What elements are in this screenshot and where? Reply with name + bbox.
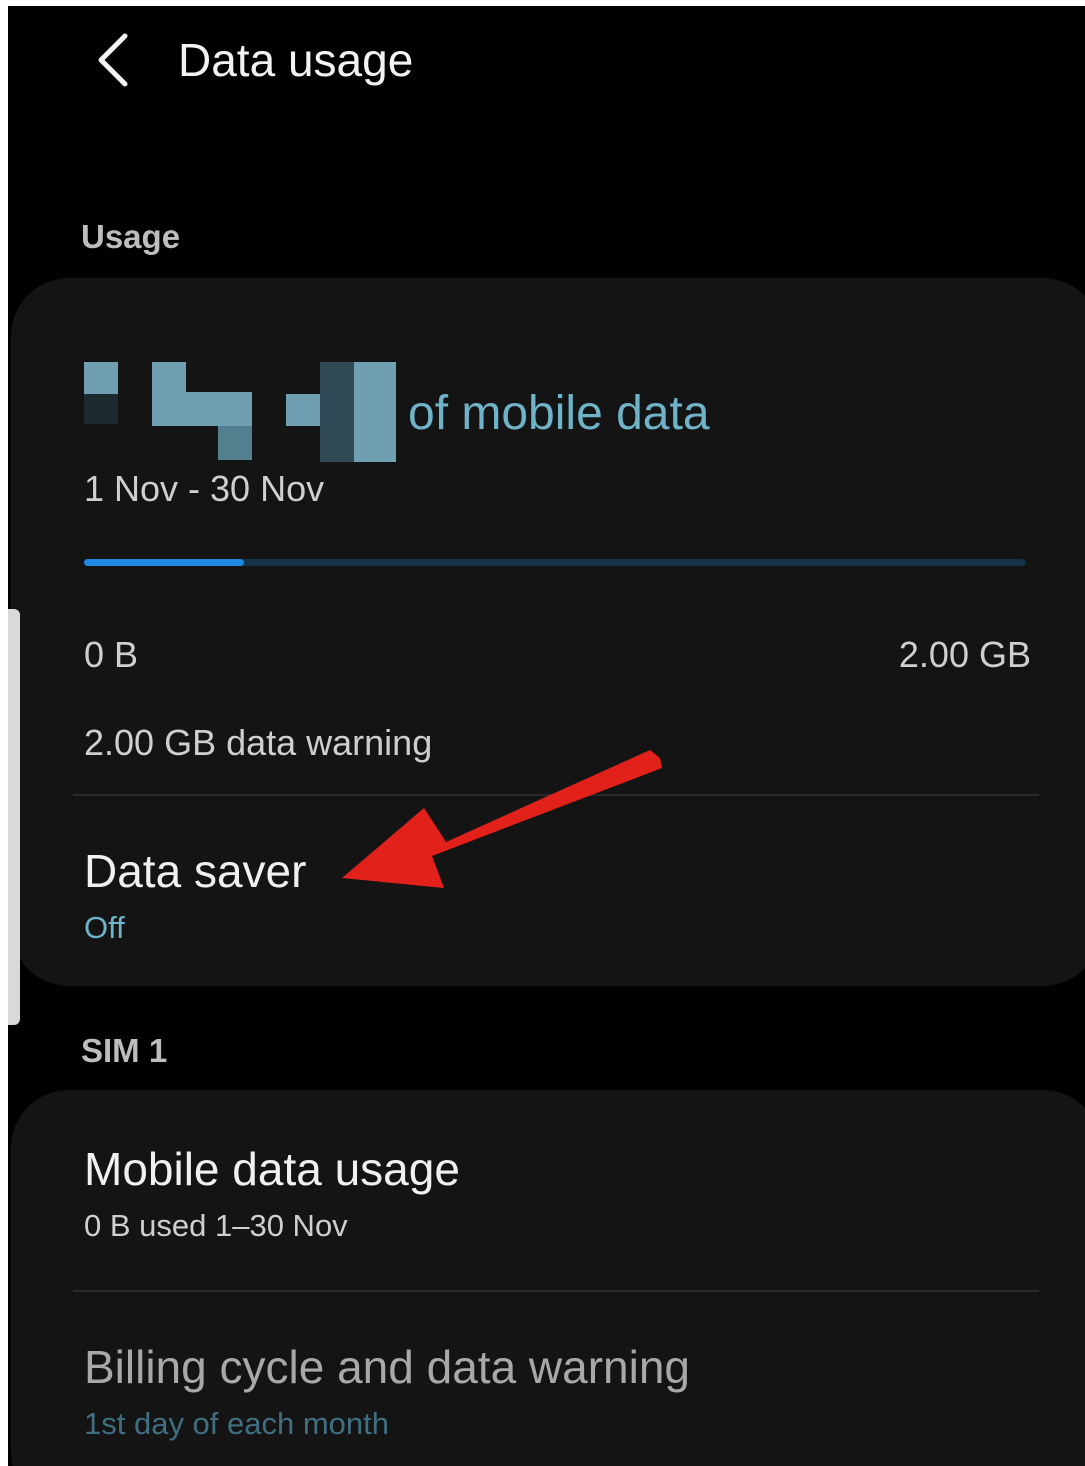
mobile-data-usage-subtitle: 0 B used 1–30 Nov [84,1208,348,1243]
billing-cycle-row[interactable]: Billing cycle and data warning 1st day o… [11,1292,1041,1466]
scale-min-label: 0 B [84,634,139,675]
usage-progress-bar [84,559,1026,566]
usage-amount-redacted [84,362,404,462]
data-saver-title: Data saver [84,845,307,897]
date-range: 1 Nov - 30 Nov [84,468,325,509]
red-arrow-annotation [342,750,662,888]
page-title: Data usage [178,34,414,86]
mobile-data-usage-title: Mobile data usage [84,1143,460,1195]
data-usage-screen: Data usage Usage of mobile data 1 Nov - … [8,6,1085,1466]
sim-section-header: SIM 1 [81,1032,168,1069]
billing-cycle-subtitle: 1st day of each month [84,1406,390,1441]
usage-progress-fill [84,559,245,566]
sim-card: Mobile data usage 0 B used 1–30 Nov Bill… [11,1090,1085,1466]
back-button[interactable] [78,20,148,100]
scrollbar-handle[interactable] [8,609,20,1025]
chevron-left-icon [98,33,128,87]
usage-section-header: Usage [81,218,181,255]
billing-cycle-title: Billing cycle and data warning [84,1341,691,1393]
usage-amount-suffix: of mobile data [408,387,710,440]
scale-max-label: 2.00 GB [898,634,1031,675]
data-saver-status: Off [84,910,125,945]
mobile-data-usage-row[interactable]: Mobile data usage 0 B used 1–30 Nov [11,1090,1041,1290]
